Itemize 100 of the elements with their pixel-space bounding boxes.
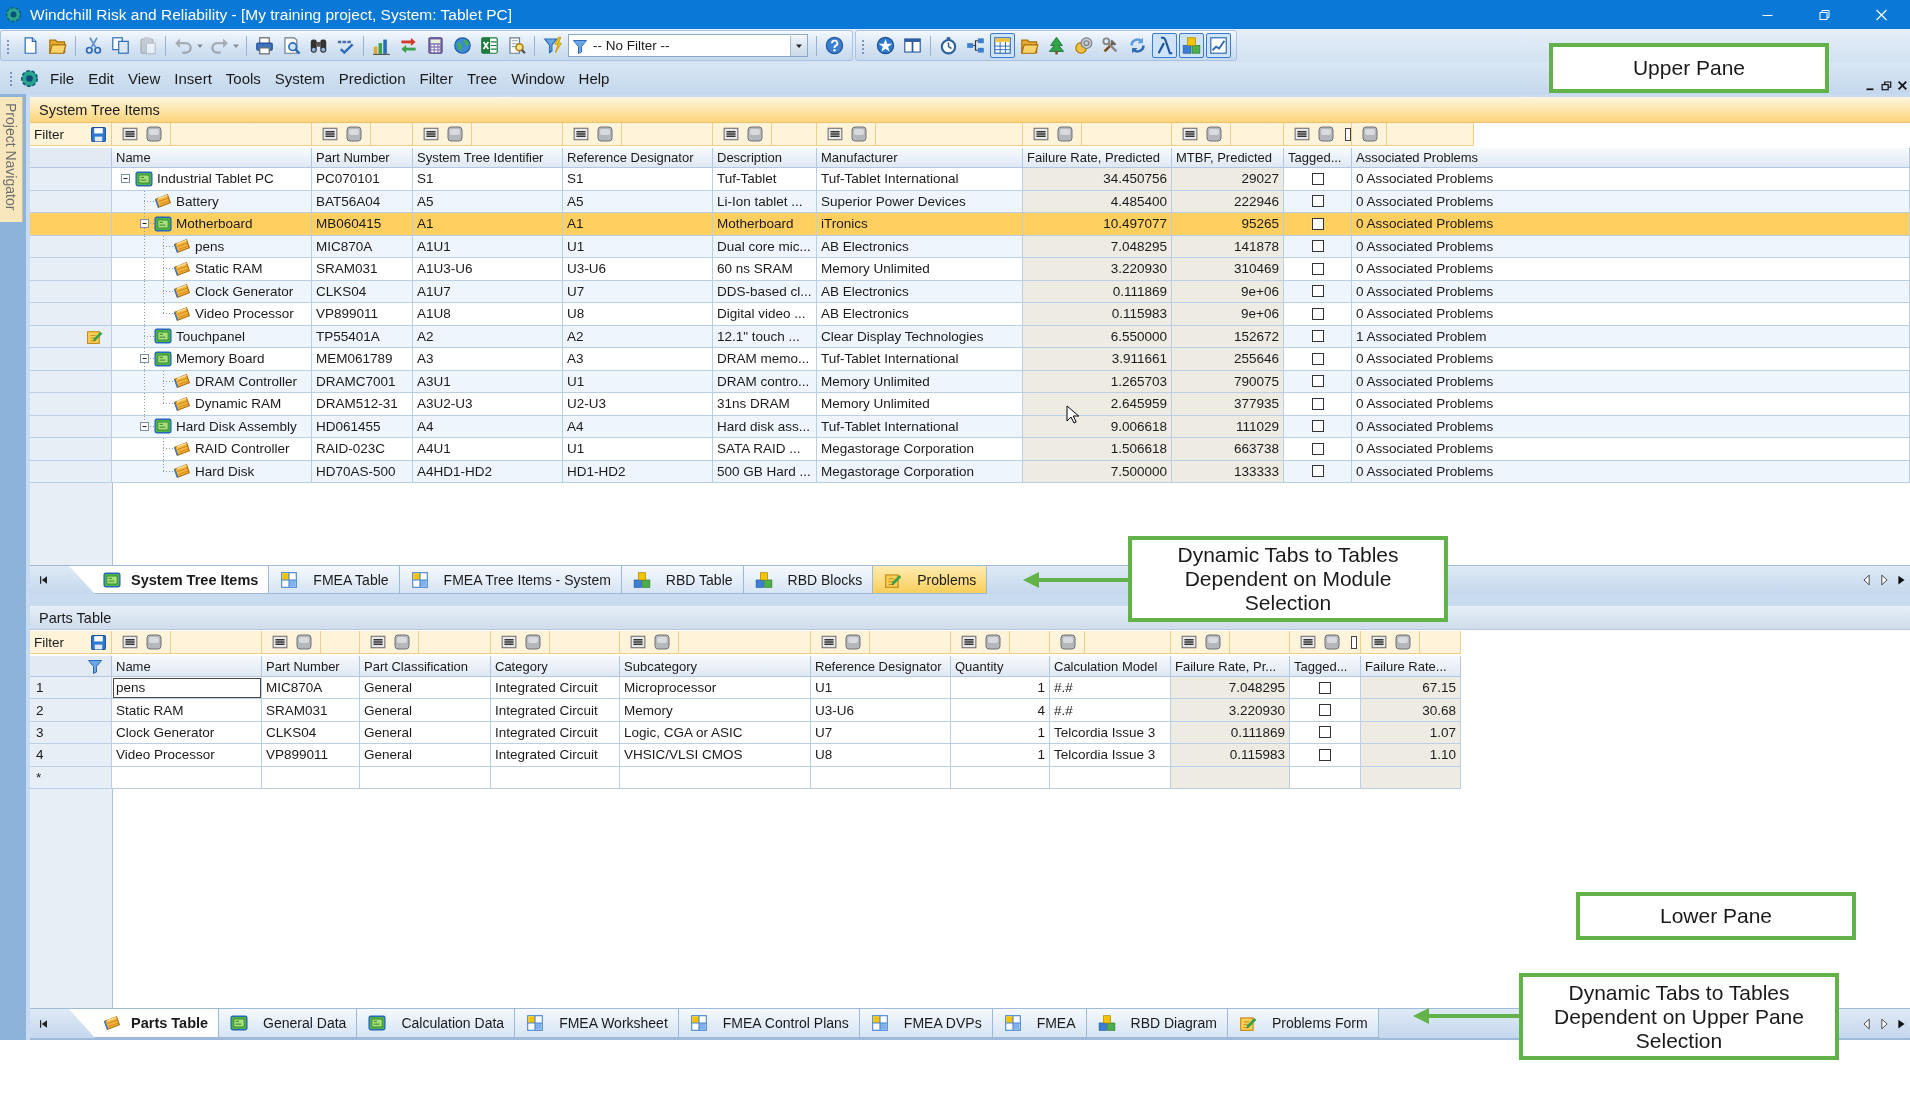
new-row-cell[interactable] <box>491 766 620 789</box>
new-row-cell[interactable] <box>112 766 262 789</box>
list-icon[interactable] <box>501 634 517 650</box>
tree-row[interactable]: Video Processor VP899011 A1U8 U8 Digital video ... AB Electronics 0.115983 9e+06 0 Associated Problems <box>30 303 1910 326</box>
new-row-cell[interactable] <box>951 766 1050 789</box>
small-box-icon[interactable] <box>1351 635 1357 649</box>
tab[interactable]: General Data <box>218 1009 358 1038</box>
menu-item[interactable]: Help <box>571 66 617 90</box>
list-icon[interactable] <box>827 126 843 142</box>
checkbox[interactable] <box>1319 704 1331 717</box>
toggle-square-icon[interactable] <box>296 634 312 650</box>
menu-item[interactable]: System <box>267 66 332 90</box>
funnel-icon[interactable] <box>87 658 103 674</box>
new-row-cell[interactable] <box>262 766 360 789</box>
toggle-square-icon[interactable] <box>1057 126 1073 142</box>
column-header[interactable]: Part Classification <box>360 656 491 677</box>
menu-item[interactable]: Tree <box>459 66 505 90</box>
lambda-icon[interactable] <box>1152 33 1177 58</box>
new-row-cell[interactable] <box>360 766 491 789</box>
checkbox[interactable] <box>1311 330 1324 343</box>
toggle-square-icon[interactable] <box>747 126 763 142</box>
checkbox[interactable] <box>1311 217 1324 230</box>
checkbox[interactable] <box>1311 375 1324 388</box>
list-icon[interactable] <box>1033 126 1049 142</box>
grip-handle-icon[interactable] <box>8 70 14 86</box>
list-icon[interactable] <box>1294 126 1310 142</box>
tree-row[interactable]: Memory Board MEM061789 A3 A3 DRAM memo... Tuf-Tablet International 3.911661 255646 0 Associated Problems <box>30 348 1910 371</box>
tree-row[interactable]: Hard Disk HD70AS-500 A4HD1-HD2 HD1-HD2 500 GB Hard ... Megastorage Corporation 7.500000 133333 0 Associated Problems <box>30 460 1910 483</box>
checkbox[interactable] <box>1319 748 1331 761</box>
new-row-cell[interactable] <box>1361 766 1461 789</box>
tab[interactable]: FMEA <box>991 1009 1087 1038</box>
column-header[interactable]: Failure Rate, Pr... <box>1171 656 1290 677</box>
tab[interactable]: RBD Blocks <box>742 566 874 594</box>
menu-item[interactable]: Filter <box>412 66 460 90</box>
minus-box-icon[interactable] <box>140 421 149 431</box>
toggle-square-icon[interactable] <box>845 634 861 650</box>
grip-handle-icon[interactable] <box>860 37 866 54</box>
checkbox[interactable] <box>1311 262 1324 275</box>
list-icon[interactable] <box>723 126 739 142</box>
caret-icon[interactable] <box>790 35 807 56</box>
list-icon[interactable] <box>122 634 138 650</box>
toggle-square-icon[interactable] <box>1060 634 1076 650</box>
checkbox[interactable] <box>1311 420 1324 433</box>
checkbox[interactable] <box>1311 285 1324 298</box>
column-header[interactable]: Tagged... <box>1284 148 1352 168</box>
menu-item[interactable]: Window <box>504 66 572 90</box>
tree-row[interactable]: DRAM Controller DRAMC7001 A3U1 U1 DRAM contro... Memory Unlimited 1.265703 790075 0 Associated Problems <box>30 370 1910 393</box>
tree-row[interactable]: Touchpanel TP55401A A2 A2 12.1" touch ... Clear Display Technologies 6.550000 152672 1 Associated Problem <box>30 325 1910 348</box>
list-icon[interactable] <box>1371 634 1387 650</box>
tree-row[interactable]: Industrial Tablet PC PC070101 S1 S1 Tuf-Tablet Tuf-Tablet International 34.450756 29027 0 Associated Problems <box>30 168 1910 191</box>
tree-row[interactable]: Hard Disk Assembly HD061455 A4 A4 Hard disk ass... Tuf-Tablet International 9.006618 111029 0 Associated Problems <box>30 415 1910 438</box>
column-header[interactable]: Failure Rate... <box>1361 656 1461 677</box>
checkbox[interactable] <box>1311 465 1324 478</box>
toggle-square-icon[interactable] <box>1205 634 1221 650</box>
toggle-square-icon[interactable] <box>1318 126 1334 142</box>
tree-row[interactable]: Dynamic RAM DRAM512-31 A3U2-U3 U2-U3 31ns DRAM Memory Unlimited 2.645959 377935 0 Associated Problems <box>30 393 1910 416</box>
save-icon[interactable] <box>90 125 107 143</box>
side-tab[interactable]: Project Navigator <box>0 97 23 223</box>
tab[interactable]: FMEA Control Plans <box>677 1009 860 1038</box>
menu-item[interactable]: Insert <box>167 66 219 90</box>
tree-row[interactable]: Clock Generator CLKS04 A1U7 U7 DDS-based cl... AB Electronics 0.111869 9e+06 0 Associated Problems <box>30 280 1910 303</box>
list-icon[interactable] <box>630 634 646 650</box>
toggle-square-icon[interactable] <box>1206 126 1222 142</box>
tab[interactable]: RBD Table <box>620 566 744 594</box>
toggle-square-icon[interactable] <box>851 126 867 142</box>
tree-row[interactable]: pens MIC870A A1U1 U1 Dual core mic... AB Electronics 7.048295 141878 0 Associated Problems <box>30 235 1910 258</box>
checkbox[interactable] <box>1311 172 1324 185</box>
checkbox[interactable] <box>1311 195 1324 208</box>
checkbox[interactable] <box>1319 726 1331 739</box>
list-icon[interactable] <box>573 126 589 142</box>
column-header[interactable]: Failure Rate, Predicted <box>1023 148 1172 168</box>
checkbox[interactable] <box>1311 352 1324 365</box>
column-header[interactable]: System Tree Identifier <box>413 148 563 168</box>
tab[interactable]: FMEA Table <box>268 566 400 594</box>
list-icon[interactable] <box>423 126 439 142</box>
checkbox[interactable] <box>1311 397 1324 410</box>
menu-item[interactable]: Prediction <box>331 66 413 90</box>
list-icon[interactable] <box>122 126 138 142</box>
tab[interactable]: Parts Table <box>69 1009 220 1038</box>
toggle-square-icon[interactable] <box>525 634 541 650</box>
column-header[interactable]: Part Number <box>312 148 413 168</box>
first-page-icon[interactable] <box>38 574 50 586</box>
menu-item[interactable]: View <box>121 66 168 90</box>
tab[interactable]: FMEA Worksheet <box>514 1009 679 1038</box>
toggle-square-icon[interactable] <box>1362 126 1378 142</box>
column-header[interactable]: Reference Designator <box>811 656 951 677</box>
list-icon[interactable] <box>821 634 837 650</box>
filter-select[interactable]: -- No Filter -- <box>568 34 808 57</box>
toggle-square-icon[interactable] <box>146 126 162 142</box>
table-icon[interactable] <box>990 33 1015 58</box>
checkbox[interactable] <box>1311 307 1324 320</box>
menu-item[interactable]: Tools <box>218 66 268 90</box>
checkbox[interactable] <box>1319 681 1331 694</box>
minus-box-icon[interactable] <box>140 354 149 364</box>
tab[interactable]: RBD Diagram <box>1085 1009 1228 1038</box>
new-row-cell[interactable] <box>1171 766 1290 789</box>
blocks-icon[interactable] <box>1179 33 1204 58</box>
list-icon[interactable] <box>272 634 288 650</box>
toggle-square-icon[interactable] <box>447 126 463 142</box>
column-header[interactable]: Calculation Model <box>1050 656 1171 677</box>
